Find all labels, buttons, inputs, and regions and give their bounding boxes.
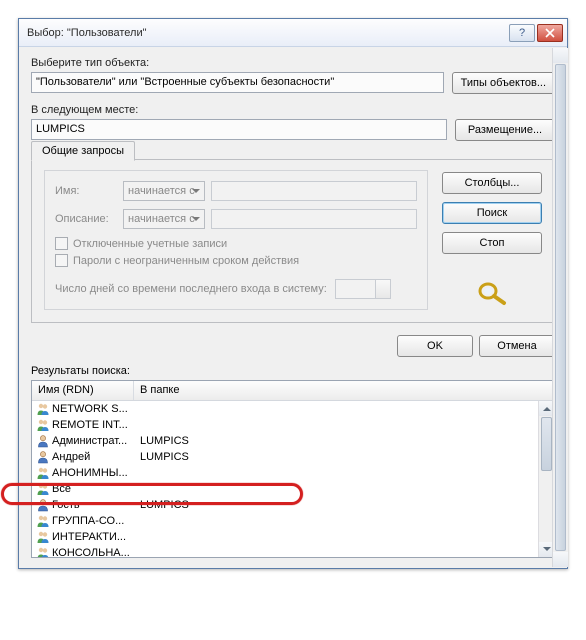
list-item[interactable]: Все [32, 481, 538, 497]
row-folder: LUMPICS [134, 451, 189, 463]
common-queries-frame: Общие запросы Имя: начинается с Описание… [31, 159, 555, 323]
row-name: АНОНИМНЫ... [52, 467, 134, 479]
disabled-accounts-label: Отключенные учетные записи [73, 238, 227, 250]
row-name: КОНСОЛЬНА... [52, 547, 134, 557]
list-header: Имя (RDN) В папке [32, 381, 554, 401]
stop-button[interactable]: Стоп [442, 232, 542, 254]
window-scrollbar[interactable] [552, 48, 568, 567]
location-field: LUMPICS [31, 119, 447, 140]
columns-button[interactable]: Столбцы... [442, 172, 542, 194]
list-item[interactable]: ИНТЕРАКТИ... [32, 529, 538, 545]
desc-filter-input[interactable] [211, 209, 417, 229]
search-results-list[interactable]: Имя (RDN) В папке NETWORK S... REMOTE INT… [31, 380, 555, 558]
search-results-label: Результаты поиска: [31, 365, 555, 377]
row-name: REMOTE INT... [52, 419, 134, 431]
group-icon [36, 466, 52, 480]
list-item[interactable]: ГостьLUMPICS [32, 497, 538, 513]
titlebar: Выбор: "Пользователи" ? [19, 19, 567, 47]
nonexpiring-pw-label: Пароли с неограниченным сроком действия [73, 255, 299, 267]
group-icon [36, 514, 52, 528]
common-queries-panel: Имя: начинается с Описание: начинается с… [44, 170, 428, 310]
group-icon [36, 418, 52, 432]
user-icon [36, 434, 52, 448]
disabled-accounts-checkbox[interactable] [55, 237, 68, 250]
column-folder[interactable]: В папке [134, 381, 554, 400]
user-icon [36, 450, 52, 464]
group-icon [36, 402, 52, 416]
user-icon [36, 498, 52, 512]
desc-filter-label: Описание: [55, 213, 117, 225]
row-name: ГРУППА-СО... [52, 515, 134, 527]
desc-match-select[interactable]: начинается с [123, 209, 205, 229]
ok-button[interactable]: OK [397, 335, 473, 357]
group-icon [36, 546, 52, 557]
object-types-button[interactable]: Типы объектов... [452, 72, 555, 94]
locations-button[interactable]: Размещение... [455, 119, 555, 141]
row-name: ИНТЕРАКТИ... [52, 531, 134, 543]
name-match-select[interactable]: начинается с [123, 181, 205, 201]
nonexpiring-pw-checkbox[interactable] [55, 254, 68, 267]
list-item[interactable]: NETWORK S... [32, 401, 538, 417]
row-name: Администрат... [52, 435, 134, 447]
name-filter-label: Имя: [55, 185, 117, 197]
window-title: Выбор: "Пользователи" [27, 27, 507, 39]
find-now-button[interactable]: Поиск [442, 202, 542, 224]
group-icon [36, 482, 52, 496]
days-since-logon-stepper[interactable] [335, 279, 391, 299]
cancel-button[interactable]: Отмена [479, 335, 555, 357]
list-item[interactable]: АндрейLUMPICS [32, 449, 538, 465]
row-name: Гость [52, 499, 134, 511]
svg-text:?: ? [519, 28, 525, 38]
list-item[interactable]: АНОНИМНЫ... [32, 465, 538, 481]
list-item[interactable]: REMOTE INT... [32, 417, 538, 433]
location-label: В следующем месте: [31, 104, 555, 116]
list-item[interactable]: ГРУППА-СО... [32, 513, 538, 529]
object-type-field: "Пользователи" или "Встроенные субъекты … [31, 72, 444, 93]
close-button[interactable] [537, 24, 563, 42]
dialog-window: Выбор: "Пользователи" ? Выберите тип объ… [18, 18, 568, 569]
help-button[interactable]: ? [509, 24, 535, 42]
group-icon [36, 530, 52, 544]
row-folder: LUMPICS [134, 499, 189, 511]
column-name[interactable]: Имя (RDN) [32, 381, 134, 400]
name-filter-input[interactable] [211, 181, 417, 201]
days-since-logon-label: Число дней со времени последнего входа в… [55, 283, 327, 295]
scroll-thumb[interactable] [541, 417, 552, 471]
row-folder: LUMPICS [134, 435, 189, 447]
search-icon [474, 279, 510, 310]
row-name: NETWORK S... [52, 403, 134, 415]
row-name: Андрей [52, 451, 134, 463]
list-item[interactable]: КОНСОЛЬНА... [32, 545, 538, 557]
tab-common-queries[interactable]: Общие запросы [31, 141, 135, 161]
row-name: Все [52, 483, 134, 495]
list-item[interactable]: Администрат...LUMPICS [32, 433, 538, 449]
object-type-label: Выберите тип объекта: [31, 57, 555, 69]
